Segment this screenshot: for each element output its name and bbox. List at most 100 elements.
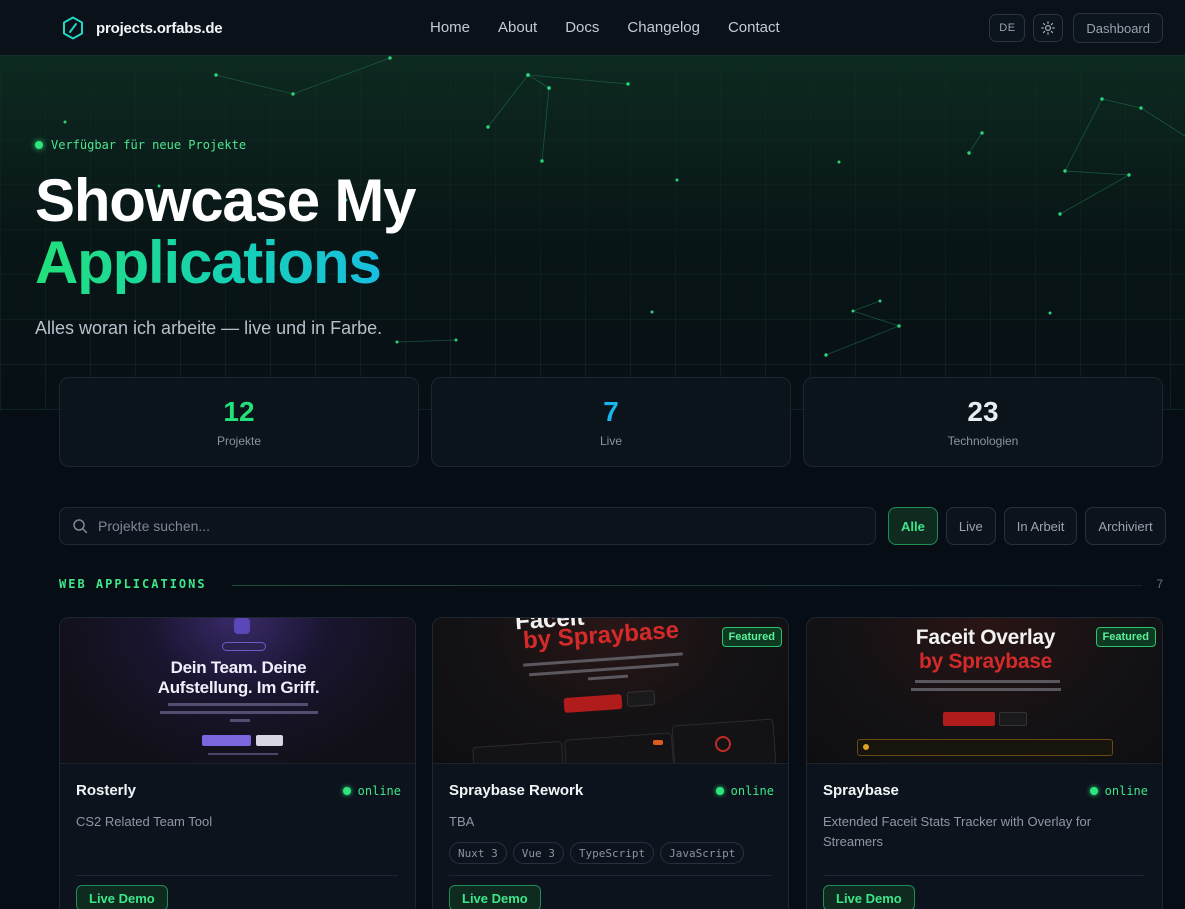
nav-link-changelog[interactable]: Changelog [627, 19, 700, 36]
hero-title-line2: Applications [35, 232, 415, 294]
thumbnail-headline-2: Aufstellung. Im Griff. [157, 678, 320, 697]
stat-card-technologies: 23 Technologien [803, 377, 1163, 467]
hero-title-line1: Showcase My [35, 167, 416, 234]
project-title: Rosterly [76, 782, 137, 799]
nav-link-home[interactable]: Home [430, 19, 470, 36]
tech-tag: JavaScript [660, 842, 745, 864]
availability-badge: Verfügbar für neue Projekte [35, 138, 246, 152]
stat-card-live: 7 Live [431, 377, 791, 467]
project-title: Spraybase [823, 782, 899, 799]
thumbnail-copy [230, 719, 250, 722]
hero-subtitle: Alles woran ich arbeite — live und in Fa… [35, 318, 383, 338]
search-bar [59, 507, 876, 545]
stat-label: Live [599, 434, 622, 448]
section-divider [232, 585, 1142, 586]
project-card-spraybase[interactable]: Faceit Overlay by Spraybase Featured Spr… [806, 617, 1163, 909]
status-indicator: online [342, 784, 401, 798]
thumbnail-chip [222, 642, 266, 651]
thumbnail-copy [168, 703, 308, 706]
thumbnail-copy [911, 688, 1061, 691]
availability-text: Verfügbar für neue Projekte [51, 138, 247, 152]
card-body: Spraybase online Extended Faceit Stats T… [807, 763, 1162, 909]
thumbnail-notice-panel [857, 739, 1113, 756]
thumbnail-copy [587, 674, 629, 681]
search-icon [73, 519, 88, 534]
online-dot-icon [1089, 787, 1098, 795]
thumbnail-warning-icon [863, 744, 869, 750]
dashboard-button[interactable]: Dashboard [1073, 13, 1163, 43]
thumbnail-panel [472, 740, 564, 763]
thumbnail-primary-button [943, 712, 995, 726]
stat-card-projects: 12 Projekte [59, 377, 419, 467]
filter-archived-button[interactable]: Archiviert [1085, 507, 1166, 545]
featured-badge: Featured [1095, 627, 1156, 647]
hexagon-logo-icon [63, 16, 83, 40]
nav-link-contact[interactable]: Contact [728, 19, 780, 36]
project-thumbnail: Dein Team. Deine Aufstellung. Im Griff. [60, 618, 415, 763]
card-body: Spraybase Rework online TBA Nuxt 3 Vue 3… [433, 763, 788, 909]
sun-icon [1041, 21, 1056, 35]
status-dot-icon [35, 141, 43, 149]
project-description: TBA [449, 814, 475, 829]
thumbnail-logo-icon [234, 618, 250, 634]
filter-live-button[interactable]: Live [945, 507, 996, 545]
project-card-rosterly[interactable]: Dein Team. Deine Aufstellung. Im Griff. … [59, 617, 416, 909]
project-thumbnail: Faceit Overlay by Spraybase Featured [807, 618, 1162, 763]
brand-name: projects.orfabs.de [96, 19, 223, 37]
brand[interactable]: projects.orfabs.de [62, 16, 223, 40]
tech-tag: Nuxt 3 [449, 842, 507, 864]
thumbnail-primary-button [563, 693, 623, 714]
filter-in-progress-button[interactable]: In Arbeit [1003, 507, 1078, 545]
language-toggle-button[interactable]: DE [989, 14, 1026, 42]
thumbnail-gauge-icon [715, 736, 731, 752]
live-demo-button[interactable]: Live Demo [449, 885, 541, 909]
thumbnail-panel [563, 732, 675, 763]
search-input[interactable] [98, 518, 875, 534]
card-divider [449, 875, 771, 876]
thumbnail-headline-2: by Spraybase [919, 650, 1052, 673]
filter-all-button[interactable]: Alle [888, 507, 938, 545]
thumbnail-accent [653, 740, 663, 745]
thumbnail-copy [915, 680, 1060, 683]
live-demo-button[interactable]: Live Demo [76, 885, 168, 909]
project-thumbnail: Faceit by Spraybase Featured [433, 618, 788, 763]
thumbnail-copy [160, 711, 318, 714]
status-filters: Alle Live In Arbeit Archiviert [888, 507, 1166, 545]
thumbnail-copy [529, 662, 679, 677]
stat-value: 12 [223, 396, 255, 427]
online-dot-icon [342, 787, 351, 795]
tech-tag: Vue 3 [512, 842, 564, 864]
status-indicator: online [715, 784, 774, 798]
card-divider [823, 875, 1145, 876]
nav-link-about[interactable]: About [498, 19, 537, 36]
tech-tags: Nuxt 3 Vue 3 TypeScript JavaScript [449, 842, 745, 864]
project-description: CS2 Related Team Tool [76, 814, 213, 829]
tech-tag: TypeScript [569, 842, 655, 864]
thumbnail-secondary-button [256, 735, 283, 746]
card-divider [76, 875, 398, 876]
nav-actions: DE Dashboard [989, 13, 1163, 43]
theme-toggle-button[interactable] [1033, 14, 1064, 42]
status-indicator: online [1089, 784, 1148, 798]
stat-value: 7 [603, 396, 619, 427]
nav-link-docs[interactable]: Docs [565, 19, 599, 36]
online-dot-icon [715, 787, 724, 795]
thumbnail-secondary-button [626, 690, 656, 707]
project-card-spraybase-rework[interactable]: Faceit by Spraybase Featured Spraybase R… [432, 617, 789, 909]
thumbnail-primary-button [202, 735, 251, 746]
featured-badge: Featured [721, 627, 782, 647]
project-description: Extended Faceit Stats Tracker with Overl… [823, 814, 1092, 849]
section-header: WEB APPLICATIONS 7 [59, 577, 1163, 593]
status-text: online [357, 784, 401, 798]
stat-label: Projekte [216, 434, 262, 448]
nav-links: Home About Docs Changelog Contact [430, 19, 780, 36]
project-title: Spraybase Rework [449, 782, 584, 799]
thumbnail-secondary-button [999, 712, 1027, 726]
live-demo-button[interactable]: Live Demo [823, 885, 915, 909]
thumbnail-footnote [208, 753, 278, 755]
status-text: online [1104, 784, 1148, 798]
section-count: 7 [1156, 577, 1163, 591]
hero-title: Showcase My Applications [35, 167, 416, 294]
status-text: online [730, 784, 774, 798]
top-navbar: projects.orfabs.de Home About Docs Chang… [0, 0, 1185, 56]
